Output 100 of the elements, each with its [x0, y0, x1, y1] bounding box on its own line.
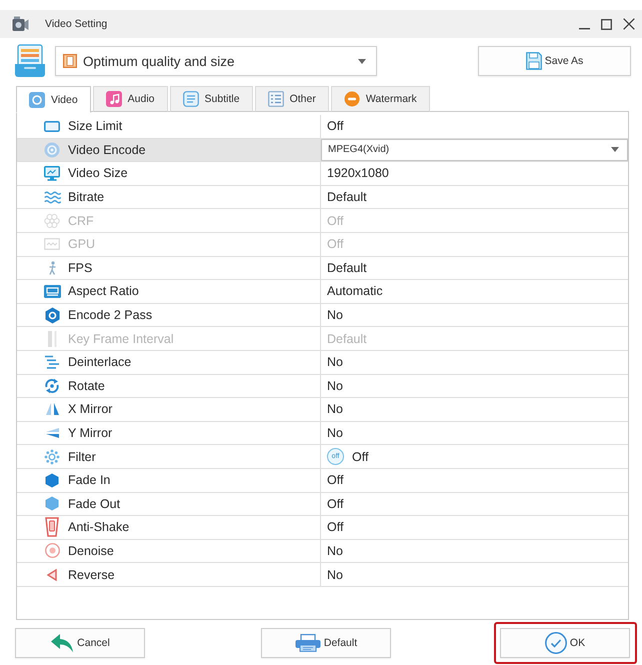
setting-label: Deinterlace [68, 355, 132, 370]
tab[interactable]: Video [16, 86, 91, 113]
setting-label: FPS [68, 260, 92, 275]
ring-icon [44, 543, 60, 558]
back-arrow-icon [50, 633, 74, 653]
cancel-button[interactable]: Cancel [15, 628, 145, 658]
caret-icon [358, 58, 366, 64]
setting-row[interactable]: Rotate No [17, 374, 628, 398]
ok-button[interactable]: OK [500, 628, 630, 658]
setting-value: No [327, 568, 343, 582]
setting-label: Key Frame Interval [68, 332, 174, 346]
tab[interactable]: Subtitle [170, 86, 253, 112]
setting-row[interactable]: Denoise No [17, 540, 628, 564]
flower-icon [44, 212, 60, 229]
value-dropdown[interactable]: MPEG4(Xvid) [321, 138, 628, 161]
tab[interactable]: Other [254, 86, 329, 112]
setting-row[interactable]: X Mirror No [17, 398, 628, 422]
check-circle-icon [544, 632, 567, 654]
caret-icon [611, 147, 619, 152]
figure-icon [47, 260, 57, 275]
screen-icon [44, 120, 60, 132]
setting-label: Aspect Ratio [68, 284, 139, 298]
setting-label: Bitrate [68, 190, 104, 204]
setting-value: Off [352, 450, 368, 464]
setting-value: Off [327, 520, 344, 534]
monitor-icon [44, 166, 60, 181]
setting-label: CRF [68, 214, 94, 228]
video-camera-icon [12, 16, 29, 32]
hexagon-icon [45, 472, 59, 488]
setting-value: Off [327, 214, 344, 228]
ring-tile-icon [29, 92, 45, 108]
triangle-left-icon [47, 568, 57, 581]
setting-row[interactable]: Video Size 1920x1080 [17, 162, 628, 186]
setting-label: Video Size [68, 166, 128, 180]
setting-value: No [327, 355, 343, 370]
setting-label: Fade In [68, 473, 110, 488]
mirror-icon [44, 402, 60, 416]
hexagon-icon [45, 496, 59, 512]
setting-value: 1920x1080 [327, 166, 389, 180]
music-note-icon [106, 91, 122, 107]
save-as-button[interactable]: Save As [478, 46, 631, 76]
default-button[interactable]: Default [261, 628, 391, 658]
film-frame-icon [63, 54, 77, 68]
setting-label: Encode 2 Pass [68, 308, 152, 322]
hexagon-icon [44, 306, 60, 324]
sun-icon [44, 448, 60, 465]
setting-row[interactable]: Fade Out Off [17, 492, 628, 516]
setting-row[interactable]: Encode 2 Pass No [17, 304, 628, 328]
profile-dropdown[interactable]: Optimum quality and size [55, 46, 377, 76]
minimize-icon[interactable] [579, 28, 590, 30]
setting-row[interactable]: Deinterlace No [17, 350, 628, 375]
setting-value: Off [327, 496, 344, 511]
lines-icon [182, 91, 199, 107]
phone-icon [45, 517, 59, 538]
tray-icon [14, 44, 46, 78]
setting-label: Anti-Shake [68, 520, 130, 534]
setting-label: Fade Out [68, 496, 120, 511]
setting-row[interactable]: Anti-Shake Off [17, 516, 628, 540]
minus-circle-icon [344, 91, 360, 107]
setting-value: No [327, 402, 343, 416]
setting-label: Reverse [68, 568, 115, 582]
chip-icon [44, 238, 60, 250]
tab[interactable]: Watermark [330, 86, 430, 112]
bars-icon [48, 330, 56, 347]
setting-label: Video Encode [68, 142, 146, 157]
setting-value: Default [327, 332, 367, 346]
setting-label: X Mirror [68, 402, 112, 416]
setting-value: Automatic [327, 284, 383, 298]
setting-value: No [327, 378, 343, 393]
setting-row[interactable]: Y Mirror No [17, 422, 628, 446]
setting-row[interactable]: Size Limit Off [17, 115, 628, 139]
close-icon[interactable] [623, 18, 635, 30]
setting-row[interactable]: Bitrate Default [17, 186, 628, 210]
setting-value: Default [327, 190, 367, 204]
setting-value: No [327, 544, 343, 558]
setting-label: Rotate [68, 378, 105, 393]
setting-row[interactable]: Aspect Ratio Automatic [17, 280, 628, 304]
disc-icon [44, 142, 60, 158]
setting-value: No [327, 308, 343, 322]
lines-icon [44, 354, 60, 370]
rotate-icon [44, 378, 60, 394]
tab[interactable]: Audio [92, 86, 168, 112]
setting-row[interactable]: Fade In Off [17, 468, 628, 492]
setting-label: Size Limit [68, 119, 122, 134]
mirror-icon [44, 427, 60, 440]
printer-icon [294, 634, 321, 652]
setting-row[interactable]: Reverse No [17, 563, 628, 587]
setting-row[interactable]: FPS Default [17, 256, 628, 280]
maximize-icon[interactable] [601, 18, 612, 30]
setting-value: No [327, 426, 343, 440]
setting-label: Y Mirror [68, 426, 112, 440]
setting-value: Off [327, 119, 344, 134]
list-icon [268, 91, 284, 107]
setting-label: Denoise [68, 544, 114, 558]
setting-row[interactable]: Video Encode MPEG4(Xvid) [17, 138, 628, 162]
setting-value: Off [327, 473, 344, 488]
setting-label: Filter [68, 450, 96, 464]
waves-icon [44, 190, 60, 204]
aspect-ratio-icon [44, 284, 60, 298]
setting-label: GPU [68, 237, 96, 252]
